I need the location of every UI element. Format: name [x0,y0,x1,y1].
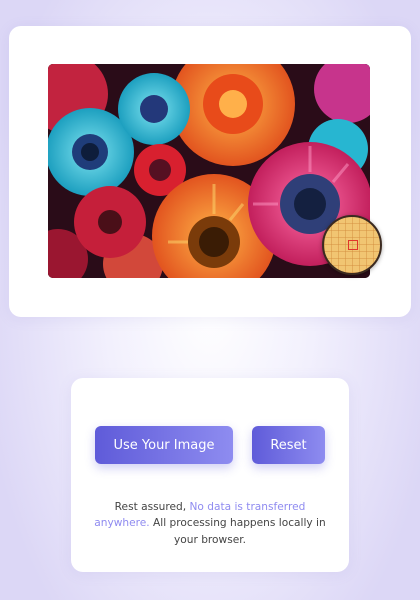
privacy-note-suffix: All processing happens locally in your b… [149,517,326,546]
magnifier-target-icon [348,240,358,250]
privacy-note-prefix: Rest assured, [114,500,190,513]
controls-card: Use Your Image Reset Rest assured, No da… [71,378,349,572]
reset-button[interactable]: Reset [252,426,325,464]
image-card [9,26,411,317]
magnifier-loupe-icon[interactable] [322,215,382,275]
privacy-note: Rest assured, No data is transferred any… [89,499,331,549]
use-your-image-button[interactable]: Use Your Image [95,426,233,464]
